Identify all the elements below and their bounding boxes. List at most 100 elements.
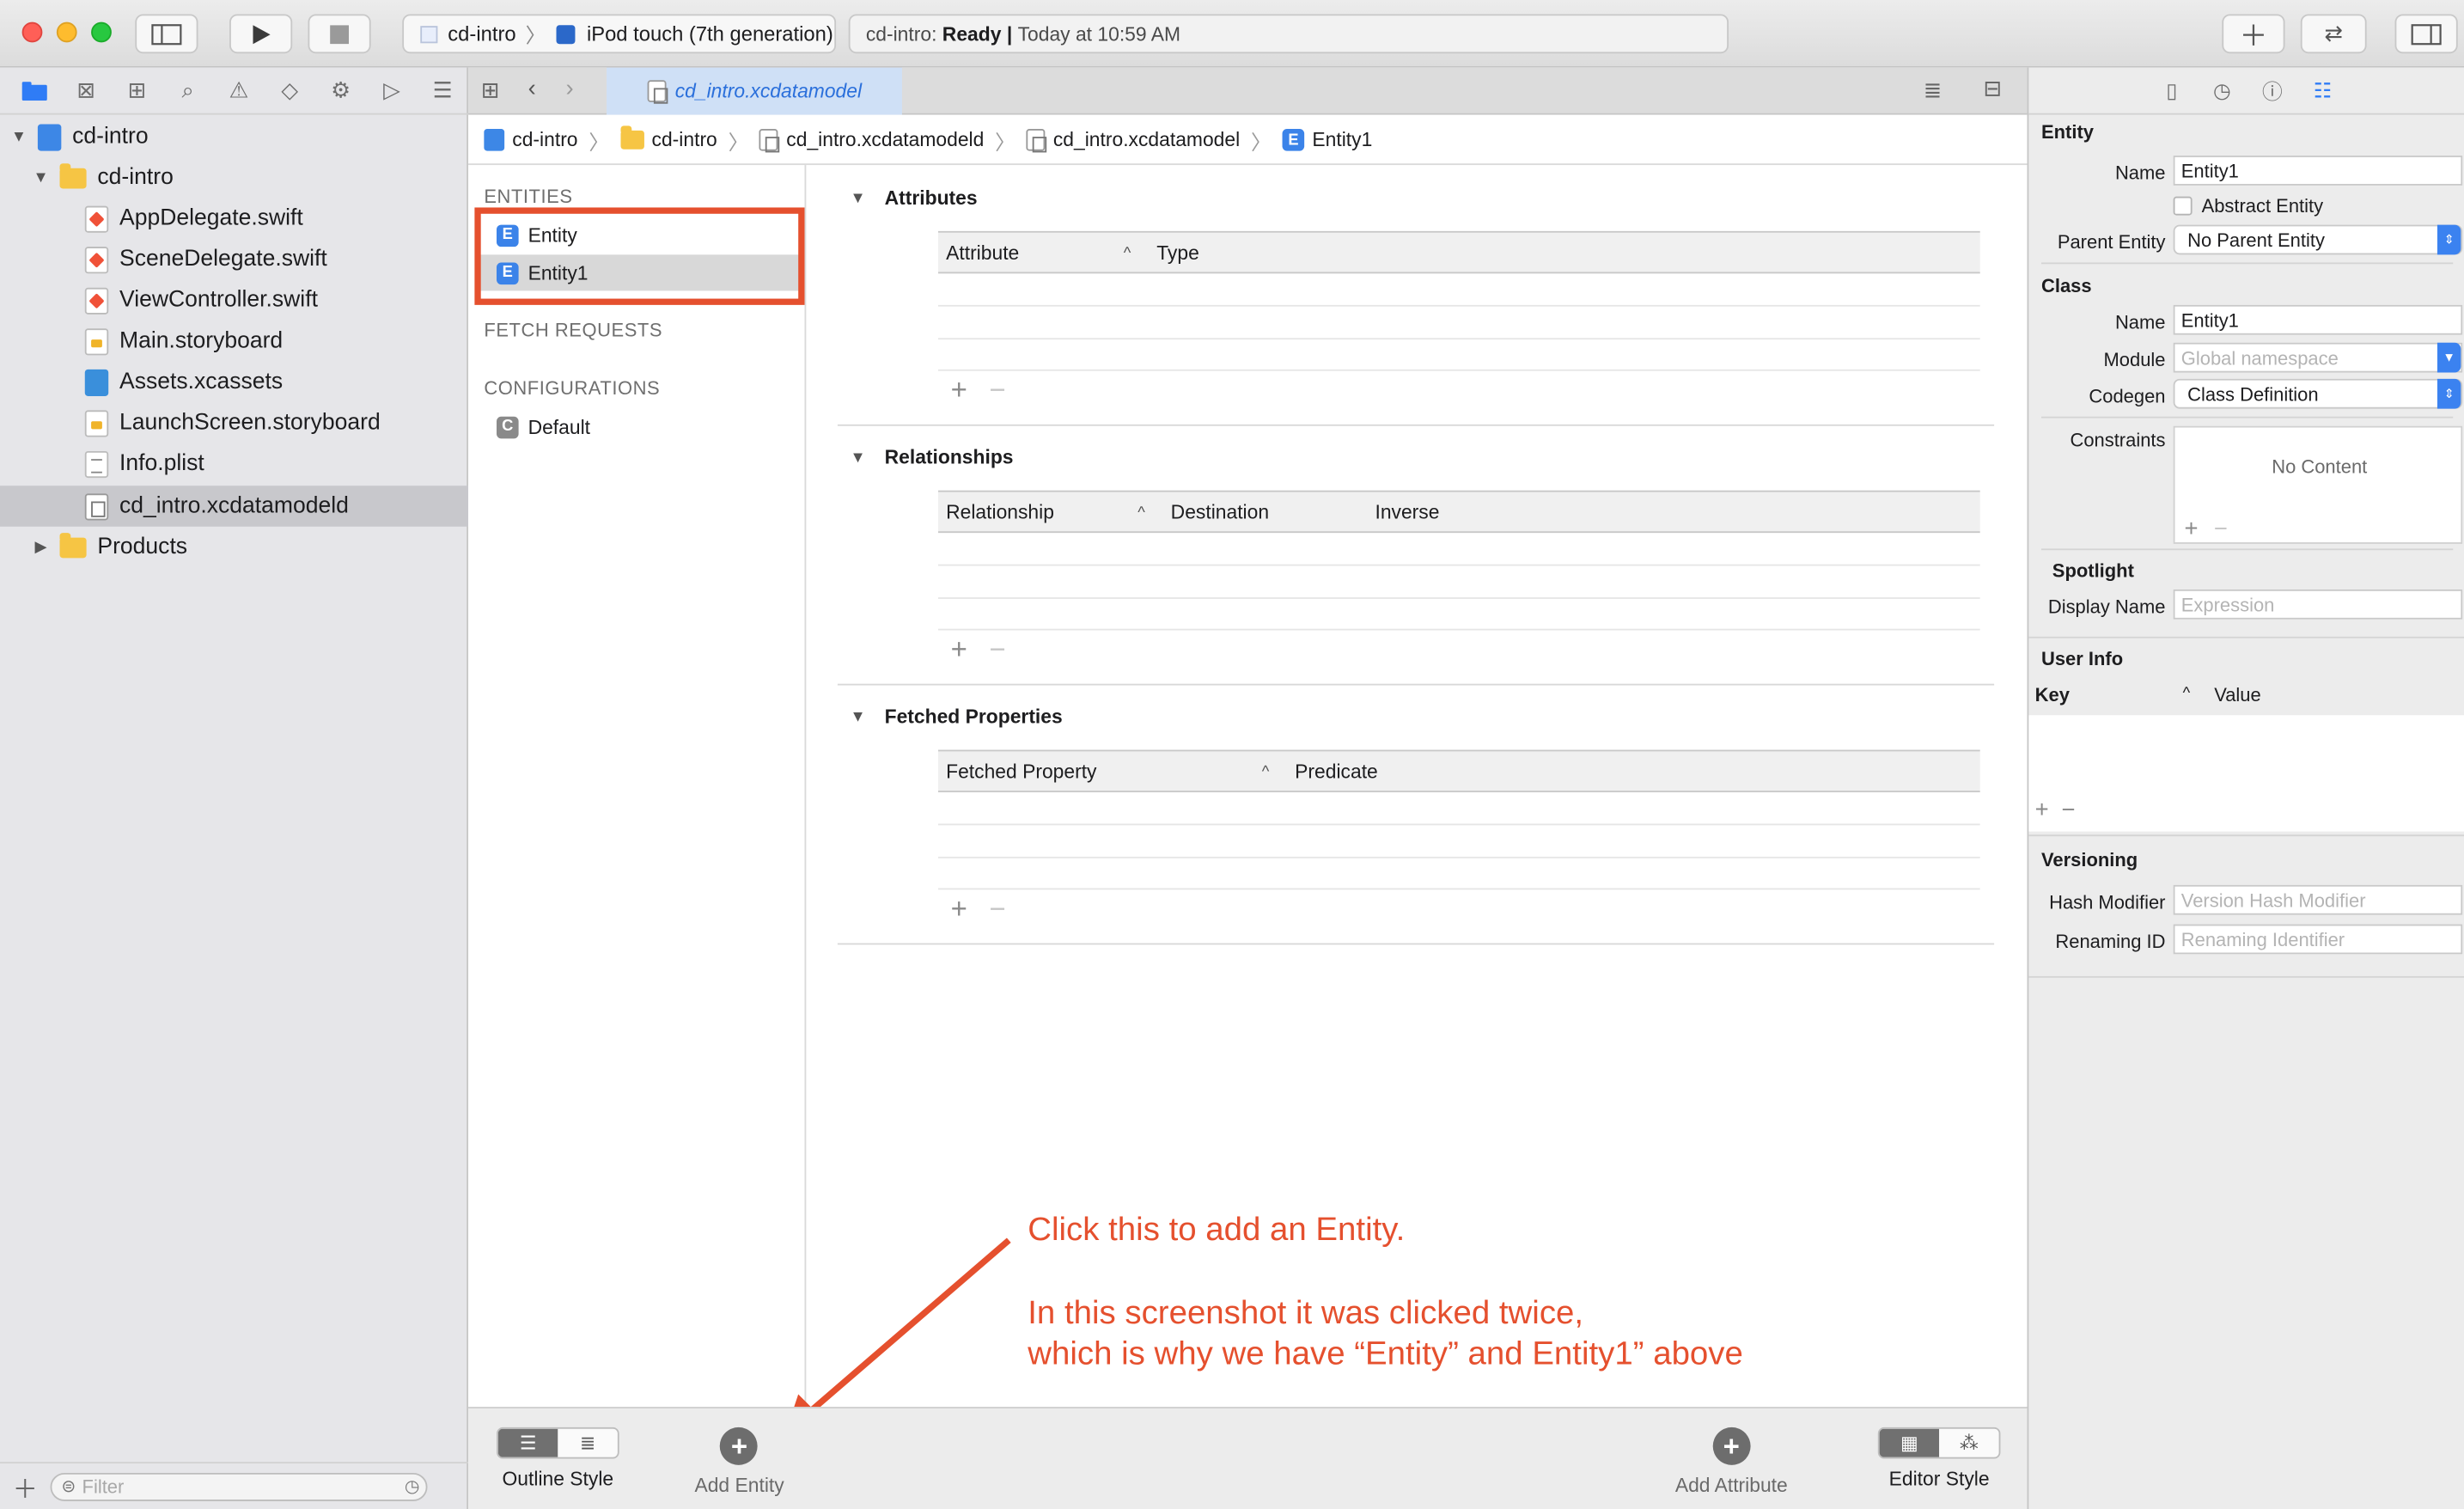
tree-item-file[interactable]: Info.plist [0, 443, 468, 485]
toggle-navigator-button[interactable] [135, 14, 198, 54]
breakpoint-icon[interactable]: ▷ [366, 67, 417, 114]
add-constraint-plus-icon[interactable]: + [2184, 516, 2198, 542]
table-style-icon[interactable]: ▦ [1879, 1428, 1940, 1457]
tree-item-file[interactable]: AppDelegate.swift [0, 198, 468, 239]
remove-constraint-minus-icon[interactable]: − [2214, 516, 2228, 542]
column-header[interactable]: Predicate [1295, 761, 1378, 783]
source-control-icon[interactable]: ⊠ [60, 67, 111, 114]
warning-icon[interactable]: ⚠ [213, 67, 264, 114]
relationships-section-title[interactable]: ▼ Relationships [851, 446, 1014, 468]
minimize-window-button[interactable] [56, 21, 77, 43]
navigator-filter-bar: ＋ ⊜ Filter ◷ [0, 1462, 469, 1509]
zoom-window-button[interactable] [91, 21, 112, 43]
search-icon[interactable]: ⌕ [162, 67, 213, 114]
remove-relationship-minus-icon[interactable]: − [989, 633, 1005, 666]
tree-item-file[interactable]: SceneDelegate.swift [0, 239, 468, 280]
hash-modifier-field[interactable]: Version Hash Modifier [2173, 884, 2463, 915]
tree-item-group[interactable]: ▼ cd-intro [0, 157, 468, 199]
column-header[interactable]: Relationship [946, 502, 1054, 524]
tree-item-file[interactable]: Main.storyboard [0, 321, 468, 362]
abstract-entity-checkbox[interactable]: Abstract Entity [2173, 195, 2323, 217]
codegen-value: Class Definition [2187, 382, 2319, 406]
folder-icon[interactable] [9, 67, 60, 114]
codegen-popup[interactable]: Class Definition ⇕ [2173, 378, 2463, 409]
scheme-selector[interactable]: cd-intro 〉 iPod touch (7th generation) [402, 14, 837, 54]
editor-style-segmented[interactable]: ▦ ⁂ [1877, 1427, 2001, 1459]
help-icon[interactable]: ⓘ [2258, 76, 2286, 105]
display-name-field[interactable]: Expression [2173, 589, 2463, 620]
breadcrumb-item[interactable]: Entity1 [1312, 129, 1372, 151]
column-header[interactable]: Attribute [946, 242, 1019, 265]
debug-icon[interactable]: ⚙ [315, 67, 366, 114]
outline-style-segmented[interactable]: ☰ ≣ [496, 1427, 619, 1459]
code-review-button[interactable]: ⇄ [2300, 14, 2367, 54]
add-attribute-button[interactable]: + Add Attribute [1675, 1427, 1788, 1496]
list-style-icon[interactable]: ☰ [497, 1428, 558, 1457]
add-attribute-label: Add Attribute [1674, 1474, 1788, 1497]
history-icon[interactable]: ◷ [2208, 76, 2236, 105]
test-icon[interactable]: ◇ [265, 67, 315, 114]
add-user-info-plus-icon[interactable]: + [2035, 797, 2049, 823]
tree-item-file-selected[interactable]: cd_intro.xcdatamodeld [0, 486, 469, 527]
attributes-inspector-icon[interactable]: ☷ [2308, 76, 2337, 105]
editor-options-icon[interactable]: ≣ [1924, 77, 1942, 104]
configuration-row[interactable]: C Default [478, 409, 802, 445]
tree-item-group[interactable]: ▶ Products [0, 527, 468, 568]
fetched-properties-section-title[interactable]: ▼ Fetched Properties [851, 706, 1063, 728]
module-combobox[interactable]: Global namespace ▼ [2173, 342, 2463, 373]
attributes-section-title[interactable]: ▼ Attributes [851, 187, 978, 210]
class-name-field[interactable]: Entity1 [2173, 304, 2463, 335]
filter-input[interactable]: ⊜ Filter ◷ [50, 1472, 428, 1500]
graph-style-icon[interactable]: ⁂ [1939, 1428, 1999, 1457]
parent-entity-label: Parent Entity [2057, 230, 2166, 254]
related-items-icon[interactable]: ⊞ [481, 77, 499, 104]
recent-files-icon[interactable]: ◷ [405, 1476, 420, 1496]
library-button[interactable]: ＋ [2222, 14, 2285, 54]
tree-item-label: AppDelegate.swift [119, 205, 303, 231]
add-relationship-plus-icon[interactable]: + [951, 633, 967, 666]
remove-fetched-property-minus-icon[interactable]: − [989, 893, 1005, 926]
remove-user-info-minus-icon[interactable]: − [2061, 797, 2075, 823]
checkbox-icon[interactable] [2173, 196, 2193, 216]
tree-item-file[interactable]: ViewController.swift [0, 280, 468, 321]
report-icon[interactable]: ☰ [418, 67, 468, 114]
file-inspector-icon[interactable]: ▯ [2157, 76, 2186, 105]
toggle-inspector-button[interactable] [2394, 14, 2458, 54]
column-header[interactable]: Destination [1171, 502, 1269, 524]
add-circle-icon[interactable]: + [720, 1427, 759, 1465]
add-attribute-plus-icon[interactable]: + [951, 374, 967, 406]
chevron-down-icon[interactable]: ▼ [2437, 342, 2461, 373]
constraints-list[interactable]: No Content + − [2173, 425, 2463, 544]
entity-name-field[interactable]: Entity1 [2173, 156, 2463, 186]
key-column-header[interactable]: Key [2035, 684, 2070, 706]
breadcrumb-item[interactable]: cd-intro [512, 129, 577, 151]
add-circle-icon[interactable]: + [1712, 1427, 1751, 1465]
stop-button[interactable] [308, 14, 371, 54]
tree-item-file[interactable]: LaunchScreen.storyboard [0, 402, 468, 443]
tab-data-model[interactable]: cd_intro.xcdatamodel [607, 67, 902, 115]
remove-attribute-minus-icon[interactable]: − [989, 374, 1005, 406]
tree-item-file[interactable]: Assets.xcassets [0, 362, 468, 403]
breadcrumb-item[interactable]: cd_intro.xcdatamodel [1053, 129, 1240, 151]
add-file-icon[interactable]: ＋ [13, 1468, 38, 1506]
parent-entity-popup[interactable]: No Parent Entity ⇕ [2173, 224, 2463, 255]
run-button[interactable] [229, 14, 293, 54]
column-header[interactable]: Inverse [1375, 502, 1439, 524]
user-info-list[interactable]: + − [2028, 715, 2464, 832]
filter-options-icon[interactable]: ⊜ [61, 1476, 76, 1496]
renaming-id-field[interactable]: Renaming Identifier [2173, 924, 2463, 955]
value-column-header[interactable]: Value [2214, 684, 2261, 706]
column-header[interactable]: Fetched Property [946, 761, 1096, 783]
hierarchy-style-icon[interactable]: ≣ [558, 1428, 618, 1457]
tree-item-project[interactable]: ▼ cd-intro [0, 116, 468, 157]
breadcrumb-item[interactable]: cd-intro [652, 129, 717, 151]
forward-arrow-icon[interactable]: › [565, 76, 573, 102]
split-editor-icon[interactable]: ⊟ [1983, 76, 2001, 102]
add-fetched-property-plus-icon[interactable]: + [951, 893, 967, 926]
back-arrow-icon[interactable]: ‹ [528, 76, 536, 102]
close-window-button[interactable] [21, 21, 43, 43]
symbol-icon[interactable]: ⊞ [112, 67, 162, 114]
column-header[interactable]: Type [1156, 242, 1199, 265]
breadcrumb-item[interactable]: cd_intro.xcdatamodeld [786, 129, 984, 151]
add-entity-button[interactable]: + Add Entity [694, 1427, 784, 1496]
